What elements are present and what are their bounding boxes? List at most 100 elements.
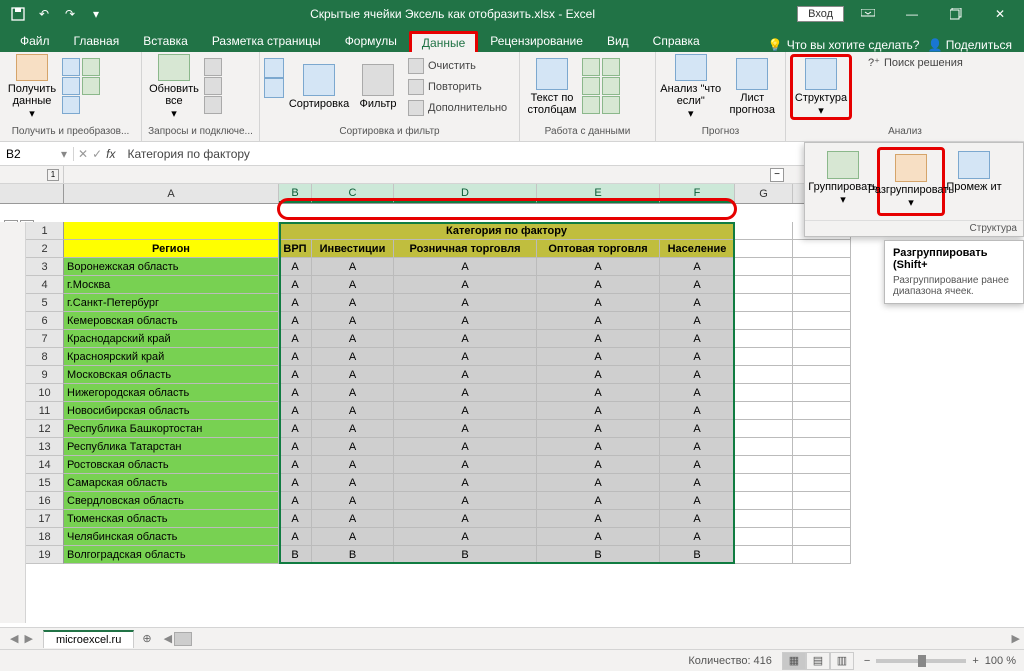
cell[interactable] (735, 348, 793, 366)
row-header[interactable]: 3 (26, 258, 64, 276)
data-cell[interactable]: A (312, 384, 394, 402)
data-cell[interactable]: A (660, 528, 735, 546)
reapply-button[interactable]: Повторить (404, 77, 511, 97)
save-icon[interactable] (6, 2, 30, 26)
data-cell[interactable]: A (312, 330, 394, 348)
region-cell[interactable]: Республика Башкортостан (64, 420, 279, 438)
data-cell[interactable]: A (312, 456, 394, 474)
data-cell[interactable]: A (312, 402, 394, 420)
name-box[interactable]: B2▾ (0, 147, 74, 161)
data-cell[interactable]: A (312, 312, 394, 330)
restore-icon[interactable] (936, 0, 976, 28)
col-sub-header[interactable]: Розничная торговля (394, 240, 537, 258)
data-cell[interactable]: A (660, 366, 735, 384)
data-cell[interactable]: A (312, 474, 394, 492)
data-cell[interactable]: A (312, 258, 394, 276)
flash-fill-icon[interactable] (582, 58, 600, 76)
region-cell[interactable]: Московская область (64, 366, 279, 384)
row-header[interactable]: 2 (26, 240, 64, 258)
redo-icon[interactable]: ↷ (58, 2, 82, 26)
data-cell[interactable]: A (312, 420, 394, 438)
cell[interactable] (735, 420, 793, 438)
from-text-icon[interactable] (62, 58, 80, 76)
data-cell[interactable]: A (660, 402, 735, 420)
data-cell[interactable]: A (660, 384, 735, 402)
cell[interactable] (793, 510, 851, 528)
data-cell[interactable]: A (279, 312, 312, 330)
data-cell[interactable]: A (660, 492, 735, 510)
row-header[interactable]: 11 (26, 402, 64, 420)
region-cell[interactable]: Республика Татарстан (64, 438, 279, 456)
row-header[interactable]: 7 (26, 330, 64, 348)
data-cell[interactable]: A (394, 492, 537, 510)
prev-sheet-icon[interactable]: ◀ (10, 632, 18, 645)
manage-model-icon[interactable] (602, 96, 620, 114)
connections-icon[interactable] (82, 77, 100, 95)
data-cell[interactable]: A (312, 276, 394, 294)
col-header-C[interactable]: C (312, 184, 394, 203)
row-header[interactable]: 12 (26, 420, 64, 438)
data-cell[interactable]: A (394, 438, 537, 456)
data-cell[interactable]: A (279, 402, 312, 420)
cell[interactable] (64, 222, 279, 240)
cell[interactable] (735, 492, 793, 510)
cell[interactable] (735, 510, 793, 528)
data-cell[interactable]: A (312, 366, 394, 384)
data-cell[interactable]: A (660, 438, 735, 456)
region-cell[interactable]: Самарская область (64, 474, 279, 492)
cell[interactable] (735, 240, 793, 258)
edit-links-icon[interactable] (204, 96, 222, 114)
col-header-A[interactable]: A (64, 184, 279, 203)
tab-formulas[interactable]: Формулы (333, 30, 409, 52)
tab-view[interactable]: Вид (595, 30, 641, 52)
col-sub-header[interactable]: ВРП (279, 240, 312, 258)
data-cell[interactable]: A (394, 510, 537, 528)
data-cell[interactable]: A (279, 420, 312, 438)
row-header[interactable]: 16 (26, 492, 64, 510)
forecast-button[interactable]: Лист прогноза (723, 54, 781, 120)
h-scrollbar[interactable]: ◀▶ (160, 632, 1024, 646)
row-header[interactable]: 17 (26, 510, 64, 528)
row-header[interactable]: 8 (26, 348, 64, 366)
row-header[interactable]: 5 (26, 294, 64, 312)
data-cell[interactable]: A (279, 492, 312, 510)
col-sub-header[interactable]: Население (660, 240, 735, 258)
cell[interactable] (793, 366, 851, 384)
relationships-icon[interactable] (602, 77, 620, 95)
region-cell[interactable]: Тюменская область (64, 510, 279, 528)
collapse-col-group[interactable]: − (770, 168, 784, 182)
data-cell[interactable]: A (394, 348, 537, 366)
cell[interactable] (735, 276, 793, 294)
cell[interactable] (735, 366, 793, 384)
text-to-columns-button[interactable]: Текст по столбцам (524, 54, 580, 120)
new-sheet-icon[interactable]: ⊕ (134, 632, 159, 645)
cell[interactable] (735, 312, 793, 330)
data-cell[interactable]: A (312, 492, 394, 510)
data-cell[interactable]: A (279, 528, 312, 546)
col-header-B[interactable]: B (279, 184, 312, 203)
col-header-G[interactable]: G (735, 184, 793, 203)
data-cell[interactable]: A (660, 294, 735, 312)
data-cell[interactable]: A (279, 294, 312, 312)
row-header[interactable]: 9 (26, 366, 64, 384)
cell[interactable] (793, 240, 851, 258)
data-cell[interactable]: A (394, 528, 537, 546)
data-cell[interactable]: A (537, 456, 660, 474)
cell[interactable] (793, 492, 851, 510)
cell[interactable] (793, 294, 851, 312)
region-cell[interactable]: г.Москва (64, 276, 279, 294)
data-validation-icon[interactable] (582, 96, 600, 114)
login-button[interactable]: Вход (797, 6, 844, 22)
consolidate-icon[interactable] (602, 58, 620, 76)
cell[interactable] (735, 438, 793, 456)
cell[interactable] (793, 258, 851, 276)
solver-button[interactable]: ?⁺ Поиск решения (864, 54, 967, 71)
zoom-in-icon[interactable]: + (972, 655, 978, 667)
cell[interactable] (793, 420, 851, 438)
cell[interactable] (793, 348, 851, 366)
cell[interactable] (793, 456, 851, 474)
data-cell[interactable]: A (279, 276, 312, 294)
tab-layout[interactable]: Разметка страницы (200, 30, 333, 52)
data-cell[interactable]: A (537, 366, 660, 384)
share-button[interactable]: 👤 Поделиться (927, 38, 1012, 52)
